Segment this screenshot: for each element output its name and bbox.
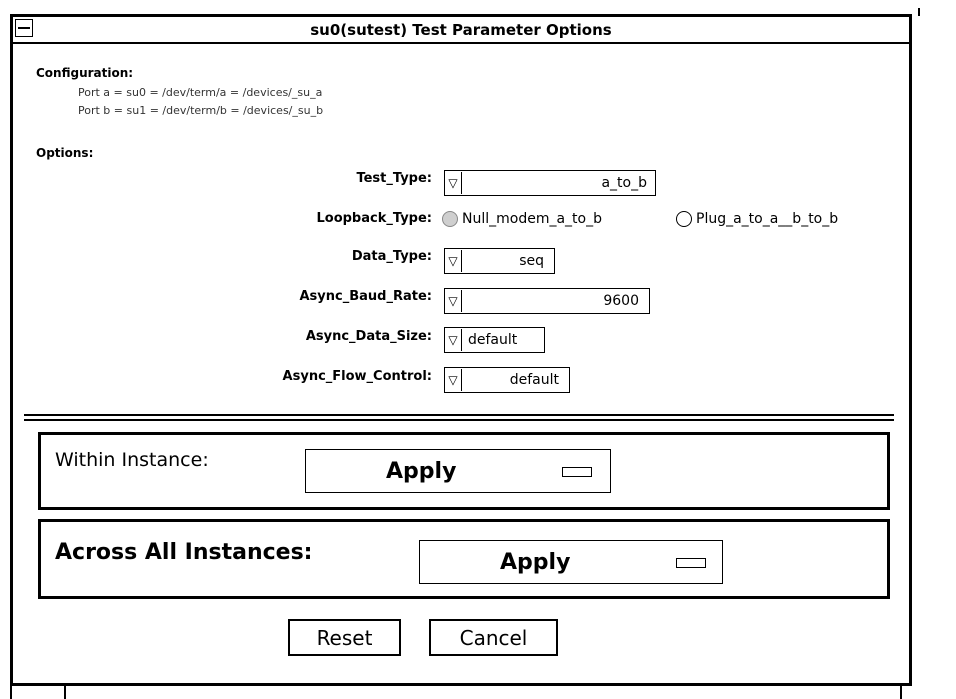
menu-indicator-icon xyxy=(676,558,706,568)
test-type-value: a_to_b xyxy=(601,175,647,191)
async-baud-rate-value: 9600 xyxy=(603,293,639,309)
separator xyxy=(24,414,894,416)
async-data-size-dropdown[interactable]: ▽ default xyxy=(444,327,545,353)
test-type-dropdown[interactable]: ▽ a_to_b xyxy=(444,170,656,196)
title-bar: su0(sutest) Test Parameter Options xyxy=(13,17,909,44)
async-data-size-label: Async_Data_Size: xyxy=(305,329,432,344)
loopback-type-label: Loopback_Type: xyxy=(316,211,432,226)
async-baud-rate-label: Async_Baud_Rate: xyxy=(299,289,433,304)
reset-button[interactable]: Reset xyxy=(288,619,401,656)
down-triangle-icon: ▽ xyxy=(445,250,462,272)
within-instance-apply-label: Apply xyxy=(386,459,457,484)
async-baud-rate-dropdown[interactable]: ▽ 9600 xyxy=(444,288,650,314)
config-port-b: Port b = su1 = /dev/term/b = /devices/_s… xyxy=(78,104,324,117)
down-triangle-icon: ▽ xyxy=(445,290,462,312)
within-instance-panel: Within Instance: Apply xyxy=(38,432,890,510)
radio-selected-icon xyxy=(442,211,458,227)
frame-edge xyxy=(900,686,902,699)
radio-null-modem-label: Null_modem_a_to_b xyxy=(462,211,602,227)
test-type-label: Test_Type: xyxy=(356,171,432,186)
down-triangle-icon: ▽ xyxy=(445,369,462,391)
frame-edge xyxy=(64,686,66,699)
async-flow-control-value: default xyxy=(509,372,559,388)
menu-indicator-icon xyxy=(562,467,592,477)
radio-null-modem[interactable]: Null_modem_a_to_b xyxy=(442,211,602,227)
across-all-instances-panel: Across All Instances: Apply xyxy=(38,519,890,599)
within-instance-apply-button[interactable]: Apply xyxy=(305,449,611,493)
options-heading: Options: xyxy=(36,146,94,160)
down-triangle-icon: ▽ xyxy=(445,172,462,194)
within-instance-label: Within Instance: xyxy=(55,449,209,471)
separator xyxy=(24,419,894,421)
async-data-size-value: default xyxy=(468,332,518,348)
down-triangle-icon: ▽ xyxy=(445,329,462,351)
configuration-heading: Configuration: xyxy=(36,66,134,80)
async-flow-control-label: Async_Flow_Control: xyxy=(282,369,432,384)
async-flow-control-dropdown[interactable]: ▽ default xyxy=(444,367,570,393)
cancel-button[interactable]: Cancel xyxy=(429,619,558,656)
window-title: su0(sutest) Test Parameter Options xyxy=(310,21,612,39)
frame-edge xyxy=(918,8,920,16)
data-type-value: seq xyxy=(519,253,544,269)
frame-edge xyxy=(10,686,12,699)
data-type-dropdown[interactable]: ▽ seq xyxy=(444,248,555,274)
radio-plug[interactable]: Plug_a_to_a__b_to_b xyxy=(676,211,838,227)
radio-plug-label: Plug_a_to_a__b_to_b xyxy=(696,211,839,227)
data-type-label: Data_Type: xyxy=(351,249,432,264)
config-port-a: Port a = su0 = /dev/term/a = /devices/_s… xyxy=(78,86,323,99)
across-all-instances-apply-button[interactable]: Apply xyxy=(419,540,723,584)
radio-unselected-icon xyxy=(676,211,692,227)
across-all-instances-apply-label: Apply xyxy=(500,550,571,575)
across-all-instances-label: Across All Instances: xyxy=(55,540,313,565)
